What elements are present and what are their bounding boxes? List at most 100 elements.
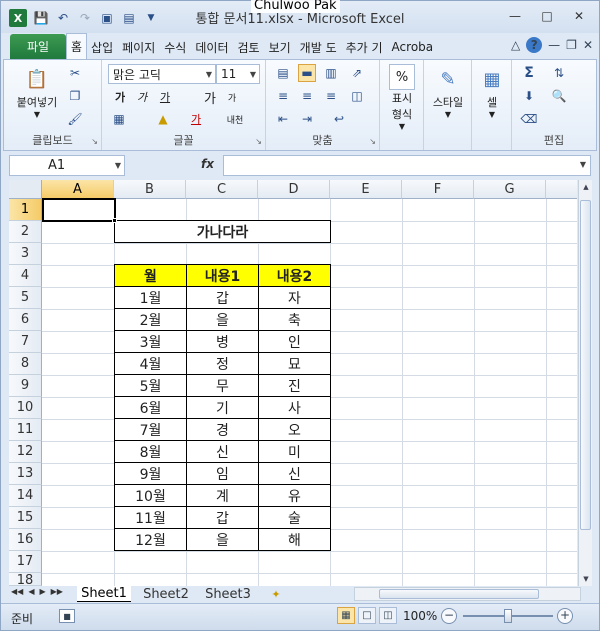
title-cell[interactable]: 가나다라 bbox=[114, 220, 331, 243]
table-cell[interactable]: 1월 bbox=[115, 287, 187, 309]
row-header-6[interactable]: 6 bbox=[9, 309, 42, 331]
help-icon[interactable]: ? bbox=[526, 37, 543, 53]
table-header-content1[interactable]: 내용1 bbox=[187, 265, 259, 287]
row-header-14[interactable]: 14 bbox=[9, 485, 42, 507]
zoom-in-icon[interactable]: + bbox=[557, 608, 573, 624]
row-header-2[interactable]: 2 bbox=[9, 221, 42, 243]
column-header-b[interactable]: B bbox=[114, 180, 186, 199]
table-cell[interactable]: 5월 bbox=[115, 375, 187, 397]
doc-restore-icon[interactable]: ❐ bbox=[566, 38, 577, 52]
sheet-tab-sheet2[interactable]: Sheet2 bbox=[139, 586, 193, 602]
table-cell[interactable]: 인 bbox=[259, 331, 331, 353]
macro-record-icon[interactable]: ■ bbox=[59, 609, 75, 623]
tab-acrobat[interactable]: Acroba bbox=[388, 35, 439, 59]
scroll-up-icon[interactable]: ▲ bbox=[579, 180, 593, 194]
normal-view-icon[interactable]: ▦ bbox=[337, 607, 355, 624]
align-right-icon[interactable]: ≡ bbox=[322, 87, 340, 105]
restore-icon[interactable]: □ bbox=[535, 7, 559, 25]
borders-icon[interactable]: ▦ bbox=[110, 110, 128, 128]
table-cell[interactable]: 미 bbox=[259, 441, 331, 463]
formula-input[interactable]: ▼ bbox=[223, 155, 591, 176]
styles-button[interactable]: ✎ 스타일 ▼ bbox=[428, 64, 468, 120]
vertical-scrollbar[interactable]: ▲ ▼ bbox=[578, 180, 592, 586]
insert-function-button[interactable]: fx bbox=[201, 157, 214, 171]
table-cell[interactable]: 을 bbox=[187, 309, 259, 331]
expand-formula-icon[interactable]: ▼ bbox=[580, 160, 586, 169]
doc-close-icon[interactable]: ✕ bbox=[583, 38, 593, 52]
table-cell[interactable]: 신 bbox=[187, 441, 259, 463]
table-cell[interactable]: 오 bbox=[259, 419, 331, 441]
sheet-tab-sheet1[interactable]: Sheet1 bbox=[77, 586, 131, 602]
table-cell[interactable]: 2월 bbox=[115, 309, 187, 331]
table-cell[interactable]: 경 bbox=[187, 419, 259, 441]
align-center-icon[interactable]: ≡ bbox=[298, 87, 316, 105]
wrap-text-icon[interactable]: ↩ bbox=[330, 110, 348, 128]
align-middle-icon[interactable]: ▬ bbox=[298, 64, 316, 82]
page-layout-view-icon[interactable]: □ bbox=[358, 607, 376, 624]
clipboard-launcher-icon[interactable]: ↘ bbox=[91, 137, 98, 146]
font-launcher-icon[interactable]: ↘ bbox=[255, 137, 262, 146]
tab-formulas[interactable]: 수식 bbox=[160, 35, 191, 59]
table-cell[interactable]: 자 bbox=[259, 287, 331, 309]
table-cell[interactable]: 병 bbox=[187, 331, 259, 353]
tab-developer[interactable]: 개발 도 bbox=[296, 35, 342, 59]
table-cell[interactable]: 8월 bbox=[115, 441, 187, 463]
table-cell[interactable]: 진 bbox=[259, 375, 331, 397]
table-header-month[interactable]: 월 bbox=[115, 265, 187, 287]
align-bottom-icon[interactable]: ▥ bbox=[322, 64, 340, 82]
row-header-1[interactable]: 1 bbox=[9, 199, 42, 221]
row-header-4[interactable]: 4 bbox=[9, 265, 42, 287]
row-header-17[interactable]: 17 bbox=[9, 551, 42, 573]
row-header-10[interactable]: 10 bbox=[9, 397, 42, 419]
sort-filter-icon[interactable]: ⇅ bbox=[550, 64, 568, 82]
last-sheet-icon[interactable]: ▶▶ bbox=[51, 587, 63, 596]
row-header-8[interactable]: 8 bbox=[9, 353, 42, 375]
orientation-icon[interactable]: ⇗ bbox=[348, 64, 366, 82]
table-cell[interactable]: 갑 bbox=[187, 507, 259, 529]
horizontal-scroll-thumb[interactable] bbox=[379, 589, 539, 599]
tab-data[interactable]: 데이터 bbox=[191, 35, 233, 59]
table-cell[interactable]: 임 bbox=[187, 463, 259, 485]
tab-home[interactable]: 홈 bbox=[66, 33, 88, 59]
italic-button[interactable]: 가 bbox=[132, 88, 152, 106]
tab-review[interactable]: 검토 bbox=[233, 35, 264, 59]
next-sheet-icon[interactable]: ▶ bbox=[39, 587, 45, 596]
table-cell[interactable]: 계 bbox=[187, 485, 259, 507]
row-header-13[interactable]: 13 bbox=[9, 463, 42, 485]
tab-insert[interactable]: 삽입 bbox=[87, 35, 118, 59]
cells-button[interactable]: ▦ 셀 ▼ bbox=[476, 64, 508, 120]
align-top-icon[interactable]: ▤ bbox=[274, 64, 292, 82]
row-header-3[interactable]: 3 bbox=[9, 243, 42, 265]
table-cell[interactable]: 9월 bbox=[115, 463, 187, 485]
doc-minimize-icon[interactable]: — bbox=[548, 38, 560, 52]
row-header-5[interactable]: 5 bbox=[9, 287, 42, 309]
paste-button[interactable]: 📋 붙여넣기 ▼ bbox=[10, 64, 64, 120]
table-cell[interactable]: 축 bbox=[259, 309, 331, 331]
page-break-view-icon[interactable]: ◫ bbox=[379, 607, 397, 624]
row-header-18[interactable]: 18 bbox=[9, 573, 42, 586]
autosum-icon[interactable]: Σ bbox=[520, 64, 538, 82]
row-header-12[interactable]: 12 bbox=[9, 441, 42, 463]
align-left-icon[interactable]: ≡ bbox=[274, 87, 292, 105]
minimize-icon[interactable]: — bbox=[503, 7, 527, 25]
table-cell[interactable]: 해 bbox=[259, 529, 331, 551]
tab-view[interactable]: 보기 bbox=[265, 35, 296, 59]
underline-button[interactable]: 가 bbox=[154, 88, 176, 106]
table-header-content2[interactable]: 내용2 bbox=[259, 265, 331, 287]
grow-font-button[interactable]: 가 bbox=[200, 88, 220, 107]
number-format-button[interactable]: % 표시 형식 ▼ bbox=[384, 64, 420, 131]
fill-handle[interactable] bbox=[112, 218, 117, 223]
fill-color-icon[interactable]: ▲ bbox=[154, 110, 172, 128]
decrease-indent-icon[interactable]: ⇤ bbox=[274, 110, 292, 128]
table-cell[interactable]: 10월 bbox=[115, 485, 187, 507]
table-cell[interactable]: 11월 bbox=[115, 507, 187, 529]
tab-addins[interactable]: 추가 기 bbox=[342, 35, 388, 59]
close-icon[interactable]: ✕ bbox=[567, 7, 591, 25]
tab-file[interactable]: 파일 bbox=[10, 34, 66, 59]
fill-icon[interactable]: ⬇ bbox=[520, 87, 538, 105]
row-header-11[interactable]: 11 bbox=[9, 419, 42, 441]
shrink-font-button[interactable]: 가 bbox=[222, 88, 242, 106]
font-color-button[interactable]: 가 bbox=[186, 110, 206, 128]
table-cell[interactable]: 기 bbox=[187, 397, 259, 419]
prev-sheet-icon[interactable]: ◀ bbox=[28, 587, 34, 596]
